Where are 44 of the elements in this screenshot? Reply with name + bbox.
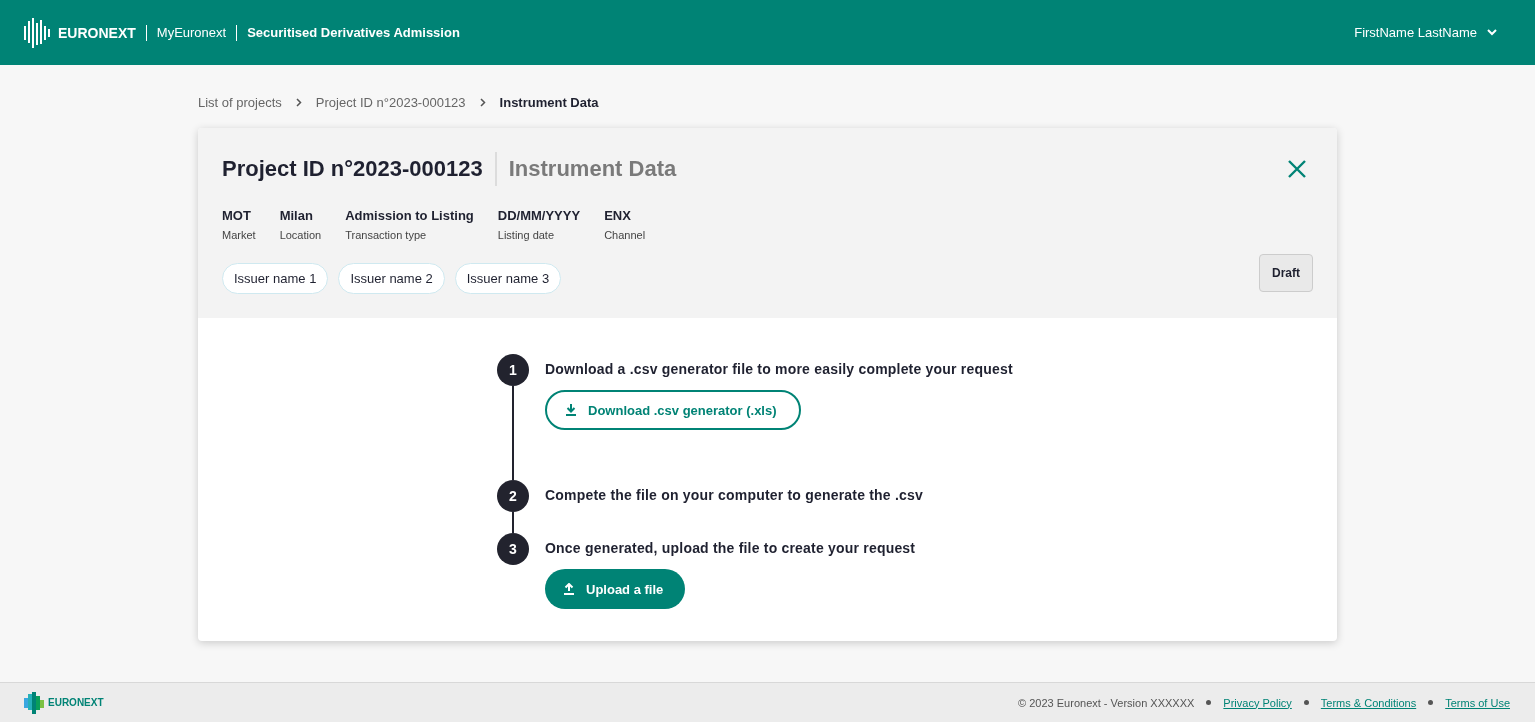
footer-link[interactable]: Terms of Use: [1445, 696, 1510, 709]
footer-link[interactable]: Privacy Policy: [1223, 696, 1292, 709]
issuer-tag: Issuer name 1: [222, 263, 329, 294]
field-label: Transaction type: [345, 229, 428, 241]
field-value: Admission to Listing: [345, 208, 474, 223]
breadcrumb-link[interactable]: Instrument Data: [499, 94, 599, 110]
logo-icon: [24, 17, 50, 48]
breadcrumb-link[interactable]: Project ID n°2023-000123: [315, 94, 466, 110]
field-value: ENX: [604, 208, 632, 223]
download-icon: [566, 404, 576, 416]
brand-name: EURONEXT: [58, 24, 136, 41]
status-badge: Draft: [1259, 253, 1313, 292]
breadcrumb-link[interactable]: List of projects: [198, 94, 282, 110]
download-button[interactable]: Download .csv generator (.xls): [545, 390, 801, 430]
step-number: 1: [497, 354, 529, 386]
issuer-tag: Issuer name 2: [338, 263, 445, 294]
step-text: Compete the file on your computer to generate the .csv: [545, 487, 923, 503]
portal-link[interactable]: MyEuronext: [156, 25, 227, 40]
chevron-right-icon: [295, 97, 302, 107]
user-menu[interactable]: FirstName LastName: [1354, 25, 1497, 40]
step-number: 3: [497, 533, 529, 565]
upload-icon: [564, 583, 574, 595]
upload-button[interactable]: Upload a file: [545, 569, 686, 609]
step-text: Once generated, upload the file to create your request: [545, 540, 916, 556]
issuer-tag: Issuer name 3: [454, 263, 562, 294]
chevron-right-icon: [479, 97, 486, 107]
field-label: Market: [222, 229, 256, 241]
field-value: DD/MM/YYYY: [497, 208, 581, 223]
field-value: MOT: [222, 208, 252, 223]
field-label: Listing date: [497, 229, 556, 241]
close-icon[interactable]: [1287, 159, 1307, 179]
project-title: Project ID n°2023-000123: [222, 156, 483, 182]
logo-icon: [24, 691, 44, 714]
copyright-text: © 2023 Euronext - Version XXXXXX: [1018, 696, 1195, 709]
field-label: Location: [279, 229, 322, 241]
footer-brand: EURONEXT: [48, 697, 104, 708]
footer-link[interactable]: Terms & Conditions: [1320, 696, 1417, 709]
field-value: Milan: [279, 208, 314, 223]
page-subtitle: Instrument Data: [508, 156, 678, 182]
field-label: Channel: [604, 229, 646, 241]
step-number: 2: [497, 480, 529, 512]
chevron-down-icon: [1487, 29, 1497, 36]
step-text: Download a .csv generator file to more easily complete your request: [545, 361, 1013, 377]
app-title: Securitised Derivatives Admission: [247, 25, 460, 40]
